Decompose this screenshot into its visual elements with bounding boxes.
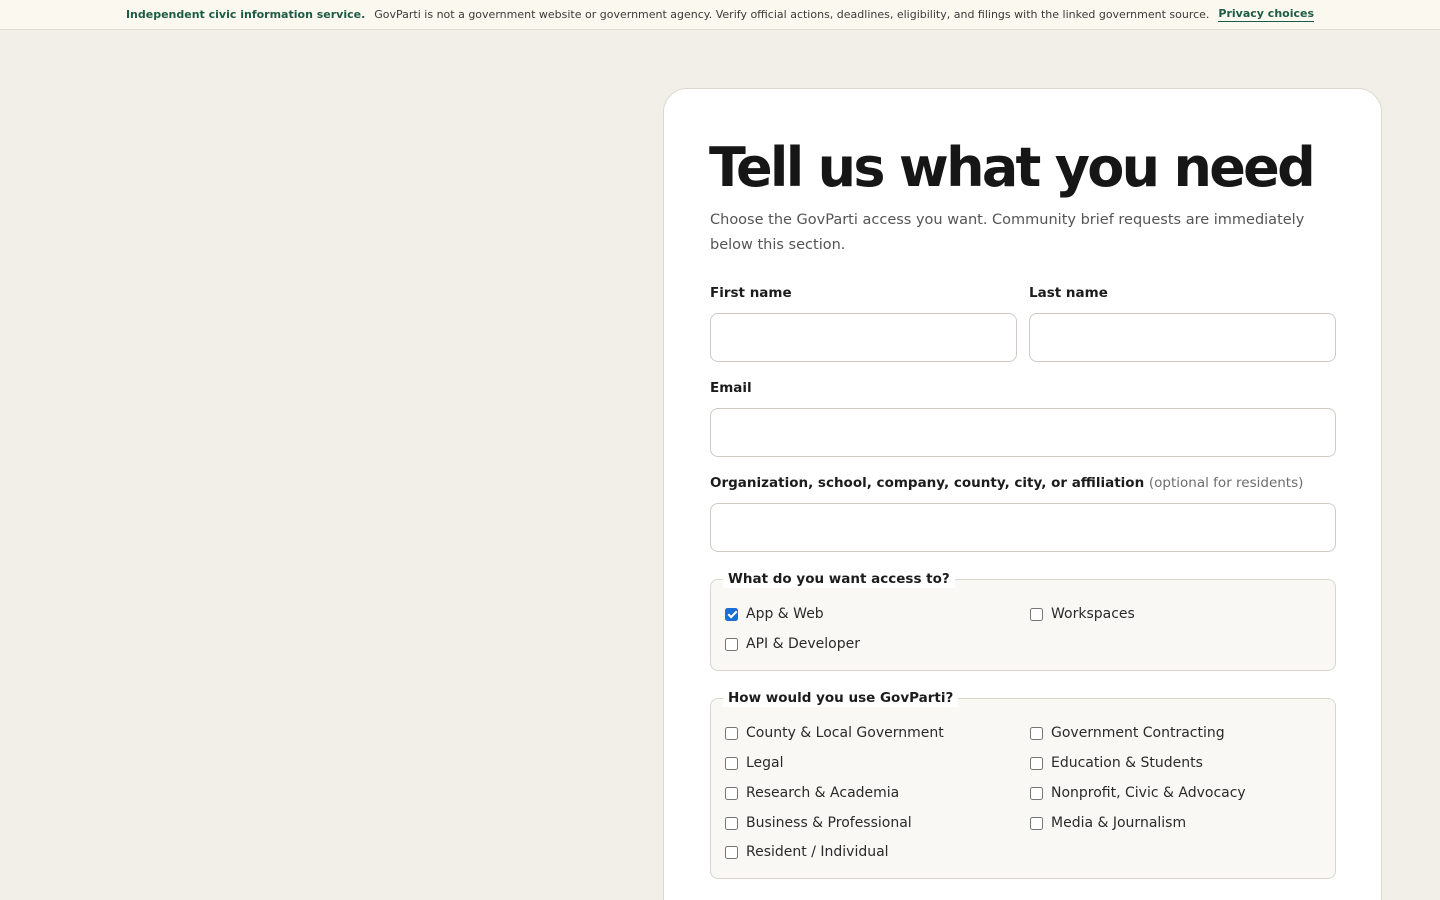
usage-option-label: Government Contracting [1051, 725, 1225, 741]
usage-option-nonprofit-civic[interactable]: Nonprofit, Civic & Advocacy [1030, 785, 1246, 801]
request-form-card: Tell us what you need Choose the GovPart… [663, 88, 1382, 900]
access-option-workspaces[interactable]: Workspaces [1030, 606, 1135, 622]
checkbox-media-journalism[interactable] [1030, 816, 1043, 830]
usage-legend: How would you use GovParti? [723, 689, 959, 707]
email-input[interactable] [710, 408, 1336, 457]
access-fieldset: What do you want access to? App & Web Wo… [710, 570, 1336, 671]
usage-option-label: Media & Journalism [1051, 815, 1187, 831]
checkbox-government-contracting[interactable] [1030, 726, 1043, 740]
privacy-choices-link[interactable]: Privacy choices [1218, 7, 1315, 22]
checkbox-legal[interactable] [725, 756, 738, 770]
checkbox-resident-individual[interactable] [725, 845, 738, 859]
access-option-api-developer[interactable]: API & Developer [725, 636, 860, 652]
access-legend: What do you want access to? [723, 570, 955, 588]
usage-option-legal[interactable]: Legal [725, 755, 784, 771]
usage-option-label: Resident / Individual [746, 844, 889, 860]
access-option-label: App & Web [746, 606, 824, 622]
checkbox-workspaces[interactable] [1030, 607, 1043, 621]
usage-option-label: Nonprofit, Civic & Advocacy [1051, 785, 1246, 801]
organization-label: Organization, school, company, county, c… [710, 475, 1303, 491]
usage-option-label: Research & Academia [746, 785, 900, 801]
usage-option-label: County & Local Government [746, 725, 944, 741]
checkbox-research-academia[interactable] [725, 786, 738, 800]
organization-label-text: Organization, school, company, county, c… [710, 475, 1145, 491]
usage-option-county-local[interactable]: County & Local Government [725, 725, 944, 741]
banner-text: GovParti is not a government website or … [374, 8, 1210, 21]
organization-input[interactable] [710, 503, 1336, 552]
last-name-label: Last name [1029, 285, 1108, 301]
organization-optional-note: (optional for residents) [1148, 475, 1304, 491]
usage-option-education-students[interactable]: Education & Students [1030, 755, 1203, 771]
disclaimer-banner: Independent civic information service. G… [0, 0, 1440, 30]
last-name-input[interactable] [1029, 313, 1336, 362]
checkbox-api-developer[interactable] [725, 637, 738, 651]
checkbox-app-web[interactable] [725, 607, 738, 621]
checkbox-nonprofit-civic[interactable] [1030, 786, 1043, 800]
usage-option-media-journalism[interactable]: Media & Journalism [1030, 815, 1186, 831]
first-name-input[interactable] [710, 313, 1017, 362]
page-subtitle: Choose the GovParti access you want. Com… [710, 212, 1305, 253]
usage-option-label: Legal [746, 755, 784, 771]
access-option-app-web[interactable]: App & Web [725, 606, 824, 622]
access-option-label: API & Developer [746, 636, 860, 652]
usage-option-label: Education & Students [1051, 755, 1203, 771]
access-option-label: Workspaces [1051, 606, 1135, 622]
email-label: Email [710, 380, 752, 396]
usage-option-research-academia[interactable]: Research & Academia [725, 785, 899, 801]
checkbox-county-local[interactable] [725, 726, 738, 740]
usage-fieldset: How would you use GovParti? County & Loc… [710, 689, 1336, 879]
usage-option-business-professional[interactable]: Business & Professional [725, 815, 912, 831]
checkbox-business-professional[interactable] [725, 816, 738, 830]
first-name-label: First name [710, 285, 792, 301]
banner-heading: Independent civic information service. [125, 8, 366, 21]
usage-option-resident-individual[interactable]: Resident / Individual [725, 844, 889, 860]
checkbox-education-students[interactable] [1030, 756, 1043, 770]
usage-option-government-contracting[interactable]: Government Contracting [1030, 725, 1225, 741]
page-title: Tell us what you need [709, 136, 1316, 199]
usage-option-label: Business & Professional [746, 815, 912, 831]
